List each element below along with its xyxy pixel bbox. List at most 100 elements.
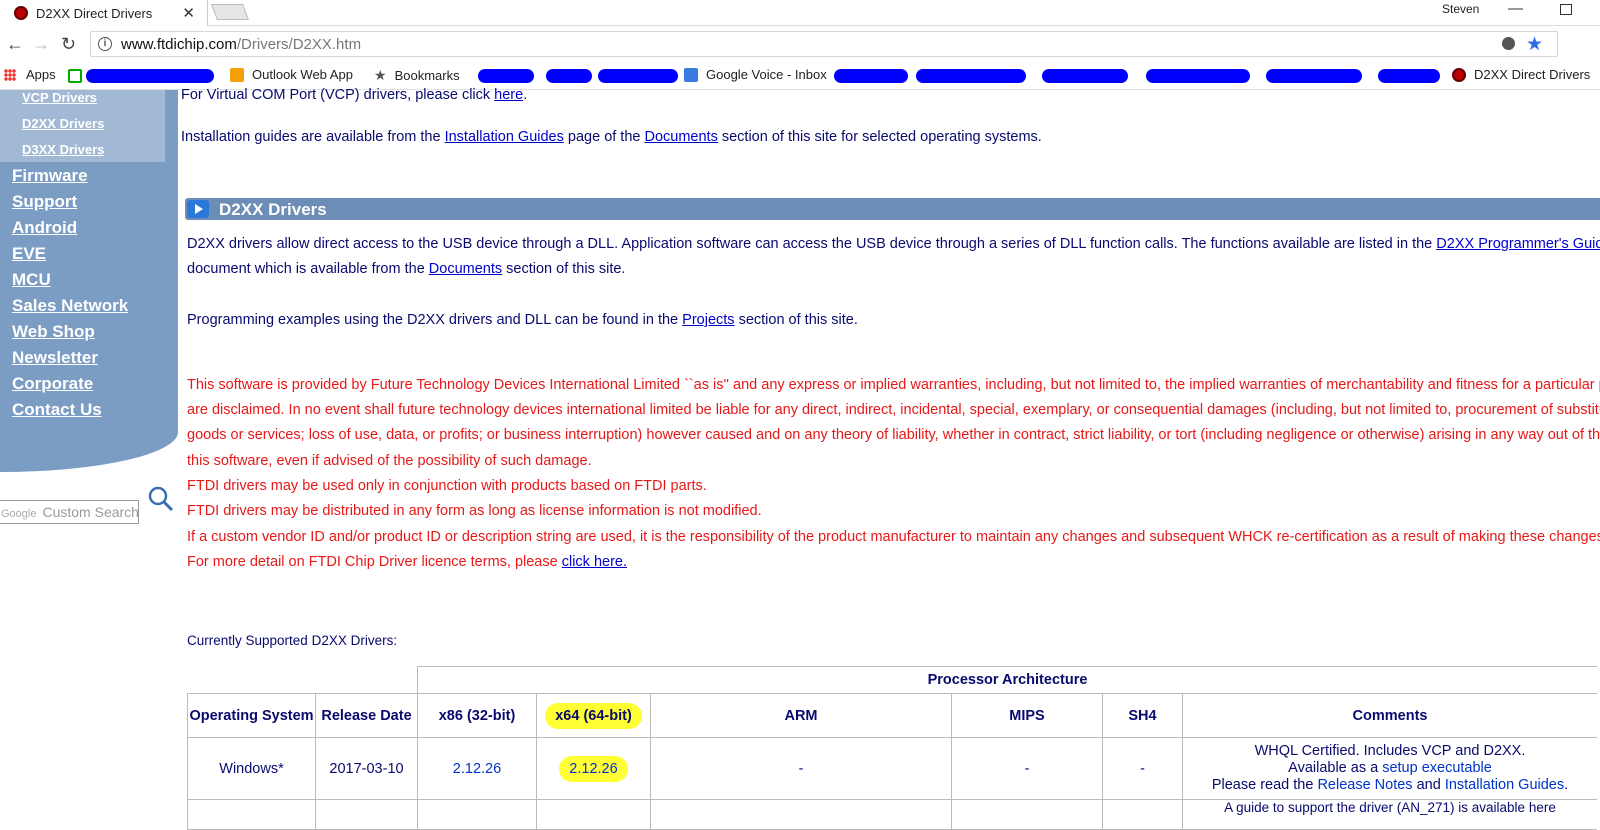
ftdi-favicon-icon xyxy=(1452,67,1466,82)
col-header-mips: MIPS xyxy=(951,693,1103,738)
install-paragraph: Installation guides are available from t… xyxy=(181,129,1042,145)
description-line-1: D2XX drivers allow direct access to the … xyxy=(187,236,1600,252)
redaction-scribble xyxy=(1266,69,1362,83)
cell-empty xyxy=(536,799,651,830)
installation-guides-link[interactable]: Installation Guides xyxy=(1445,777,1564,793)
installation-guides-link[interactable]: Installation Guides xyxy=(445,129,564,145)
url-input[interactable]: i www.ftdichip.com/Drivers/D2XX.htm ★ xyxy=(90,31,1558,57)
cell-empty xyxy=(187,799,316,830)
cell-release-date: 2017-03-10 xyxy=(315,737,418,800)
nav-mcu[interactable]: MCU xyxy=(12,270,51,290)
bookmark-label: D2XX Direct Drivers xyxy=(1474,67,1591,82)
side-navigation: VCP Drivers D2XX Drivers D3XX Drivers Fi… xyxy=(0,90,178,472)
nav-contact-us[interactable]: Contact Us xyxy=(12,400,102,420)
nav-d3xx-drivers[interactable]: D3XX Drivers xyxy=(22,142,104,157)
nav-corporate[interactable]: Corporate xyxy=(12,374,93,394)
nav-eve[interactable]: EVE xyxy=(12,244,46,264)
bookmark-favicon-icon[interactable] xyxy=(68,69,82,83)
redaction-scribble xyxy=(1146,69,1250,83)
apps-grid-icon xyxy=(4,68,16,81)
outlook-icon xyxy=(230,67,244,82)
minimize-icon[interactable]: — xyxy=(1508,0,1523,17)
close-icon[interactable]: ✕ xyxy=(182,4,195,22)
x64-highlight: 2.12.26 xyxy=(559,755,628,782)
nav-support[interactable]: Support xyxy=(12,192,77,212)
bookmark-star-icon[interactable]: ★ xyxy=(1526,33,1543,56)
vcp-here-link[interactable]: here xyxy=(494,87,523,103)
browser-tab[interactable]: D2XX Direct Drivers ✕ xyxy=(0,0,208,26)
col-header-os: Operating System xyxy=(187,693,316,738)
highlighted-header: x64 (64-bit) xyxy=(545,702,642,729)
bookmark-label: Outlook Web App xyxy=(252,67,353,82)
documents-link[interactable]: Documents xyxy=(645,129,718,145)
redaction-scribble xyxy=(1042,69,1128,83)
forward-icon[interactable]: → xyxy=(32,34,50,55)
play-arrow-icon xyxy=(187,200,209,218)
disclaimer-line: FTDI drivers may be distributed in any f… xyxy=(187,503,762,519)
description-suffix: section of this site. xyxy=(502,261,626,277)
drivers-table: Processor Architecture Operating System … xyxy=(187,666,1597,830)
comment-text: Please read the xyxy=(1211,777,1318,793)
bookmarks-bar: Apps Outlook Web App ★ Bookmarks Google … xyxy=(0,62,1600,90)
site-search-input[interactable]: Google Custom Search xyxy=(0,500,139,524)
disclaimer-line: If a custom vendor ID and/or product ID … xyxy=(187,529,1600,545)
nav-firmware[interactable]: Firmware xyxy=(12,166,88,186)
supported-drivers-label: Currently Supported D2XX Drivers: xyxy=(187,633,398,648)
cell-mips: - xyxy=(951,737,1103,800)
star-icon: ★ xyxy=(374,67,387,83)
bookmark-apps[interactable]: Apps xyxy=(4,67,56,82)
projects-link[interactable]: Projects xyxy=(682,312,734,328)
x86-driver-link[interactable]: 2.12.26 xyxy=(453,761,501,777)
bookmark-google-voice[interactable]: Google Voice - Inbox xyxy=(684,67,827,82)
main-content: For Virtual COM Port (VCP) drivers, plea… xyxy=(181,87,1600,830)
ftdi-favicon-icon xyxy=(14,6,28,20)
licence-click-here-link[interactable]: click here. xyxy=(562,554,627,570)
table-corner xyxy=(315,666,418,694)
comment-text: . xyxy=(1564,777,1569,793)
x64-driver-link[interactable]: 2.12.26 xyxy=(569,761,617,777)
bookmark-label: Apps xyxy=(26,67,56,82)
nav-d2xx-drivers[interactable]: D2XX Drivers xyxy=(22,116,104,131)
info-icon[interactable]: i xyxy=(98,37,112,51)
comment-text: and xyxy=(1412,777,1445,793)
bookmark-bookmarks[interactable]: ★ Bookmarks xyxy=(374,67,460,84)
redaction-scribble xyxy=(546,69,592,83)
restore-icon[interactable] xyxy=(1560,4,1572,15)
cell-empty xyxy=(1102,799,1183,830)
setup-executable-link[interactable]: setup executable xyxy=(1382,760,1492,776)
vcp-paragraph: For Virtual COM Port (VCP) drivers, plea… xyxy=(181,87,527,103)
programmers-guide-link[interactable]: D2XX Programmer's Guide xyxy=(1436,236,1600,252)
search-icon[interactable] xyxy=(147,485,175,513)
profile-name[interactable]: Steven xyxy=(1442,2,1479,16)
comment-text: Available as a xyxy=(1288,760,1383,776)
comment-line: Available as a setup executable xyxy=(1183,760,1597,777)
reload-icon[interactable]: ↻ xyxy=(61,34,76,55)
cell-x64: 2.12.26 xyxy=(536,737,651,800)
nav-android[interactable]: Android xyxy=(12,218,77,238)
comment-line: Please read the Release Notes and Instal… xyxy=(1183,777,1597,794)
col-header-x86: x86 (32-bit) xyxy=(417,693,537,738)
section-header: D2XX Drivers xyxy=(185,198,1600,220)
nav-web-shop[interactable]: Web Shop xyxy=(12,322,95,342)
bookmark-outlook[interactable]: Outlook Web App xyxy=(230,67,353,82)
bookmark-label: Bookmarks xyxy=(394,68,460,83)
back-icon[interactable]: ← xyxy=(6,34,24,55)
cell-sh4: - xyxy=(1102,737,1183,800)
nav-newsletter[interactable]: Newsletter xyxy=(12,348,98,368)
col-header-sh4: SH4 xyxy=(1102,693,1183,738)
documents-link[interactable]: Documents xyxy=(429,261,502,277)
redaction-scribble xyxy=(86,69,214,83)
release-notes-link[interactable]: Release Notes xyxy=(1317,777,1412,793)
col-header-x64: x64 (64-bit) xyxy=(536,693,651,738)
comment-line: WHQL Certified. Includes VCP and D2XX. xyxy=(1254,743,1526,759)
nav-vcp-drivers[interactable]: VCP Drivers xyxy=(22,90,97,105)
bookmark-d2xx[interactable]: D2XX Direct Drivers xyxy=(1452,67,1590,82)
nav-sales-network[interactable]: Sales Network xyxy=(12,296,128,316)
search-brand: Google xyxy=(1,508,37,520)
processor-architecture-header: Processor Architecture xyxy=(417,666,1597,694)
disclaimer-line: FTDI drivers may be used only in conjunc… xyxy=(187,478,707,494)
blocked-cookies-icon[interactable] xyxy=(1502,37,1515,50)
new-tab-button[interactable] xyxy=(211,4,249,20)
browser-tab-bar: D2XX Direct Drivers ✕ Steven — xyxy=(0,0,1600,26)
table-row: Windows* 2017-03-10 2.12.26 2.12.26 - - … xyxy=(187,737,1597,800)
